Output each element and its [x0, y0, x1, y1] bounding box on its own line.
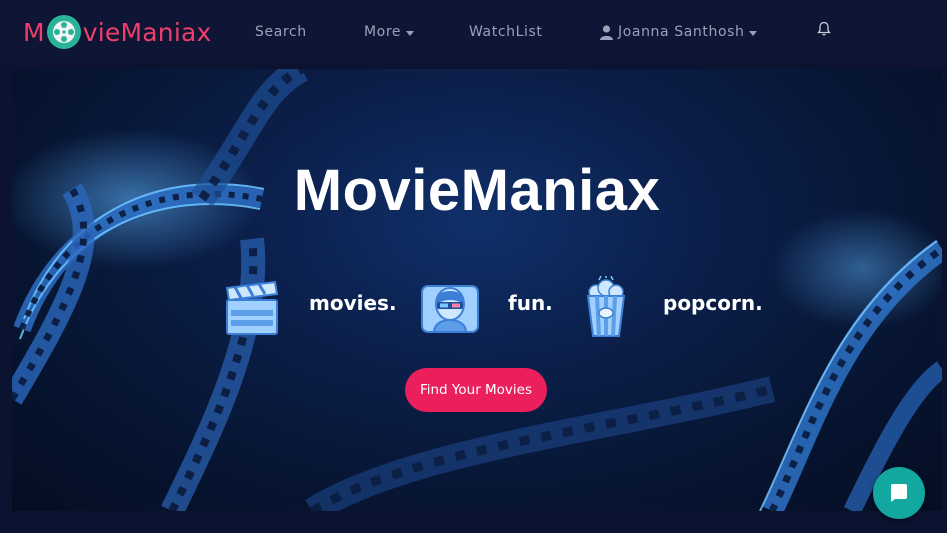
notifications-button[interactable] [817, 19, 831, 39]
brand-suffix: vieManiax [82, 17, 212, 47]
nav-search-label: Search [255, 24, 307, 40]
film-reel-icon [46, 15, 81, 49]
brand-logo[interactable]: M vieManiax [23, 14, 212, 50]
user-icon [600, 24, 613, 40]
clapperboard-icon [225, 280, 279, 335]
hero-tag-popcorn: popcorn. [663, 291, 763, 315]
chat-button[interactable] [873, 467, 925, 519]
hero-tag-movies: movies. [309, 291, 397, 315]
page-bottom [0, 511, 947, 533]
nav-more-label: More [364, 24, 402, 40]
nav-user-name: Joanna Santhosh [618, 24, 745, 40]
3d-glasses-person-icon [421, 285, 479, 333]
chat-icon [891, 484, 907, 502]
nav-watchlist[interactable]: WatchList [469, 22, 542, 42]
top-navbar: M vieManiax Search More WatchList Joanna… [0, 0, 947, 64]
chevron-down-icon [406, 30, 415, 36]
hero-banner: MovieManiax movies. fun. popcorn. Find Y… [12, 69, 942, 511]
nav-search[interactable]: Search [255, 22, 307, 42]
hero-title: MovieManiax [293, 158, 661, 223]
nav-watchlist-label: WatchList [469, 24, 543, 40]
popcorn-icon [586, 276, 626, 337]
chevron-down-icon [749, 30, 758, 36]
find-your-movies-button[interactable]: Find Your Movies [405, 368, 547, 412]
nav-more-dropdown[interactable]: More [364, 22, 415, 42]
bell-icon [817, 21, 831, 36]
hero-tag-fun: fun. [508, 291, 553, 315]
brand-prefix: M [23, 17, 45, 47]
nav-user-dropdown[interactable]: Joanna Santhosh [600, 22, 758, 42]
